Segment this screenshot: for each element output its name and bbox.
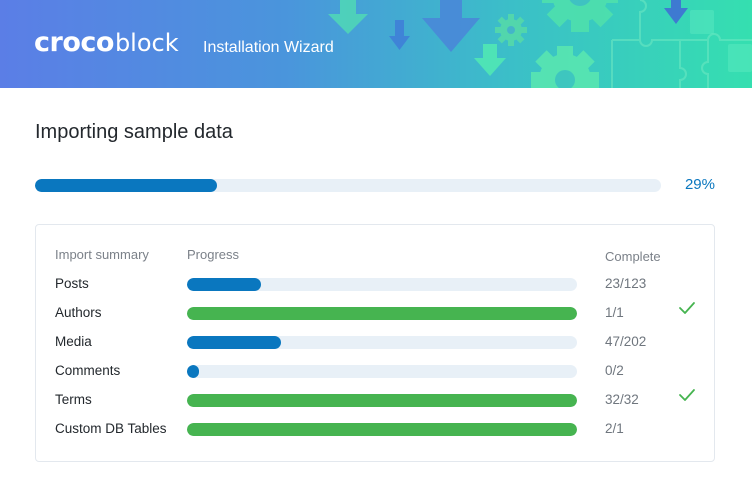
column-header-import-summary: Import summary [55, 247, 149, 262]
overall-progress-bar [35, 179, 661, 192]
row-progress-bar [187, 307, 577, 320]
row-progress-bar [187, 336, 577, 349]
import-summary-card: Import summary Progress Complete Posts 23… [35, 224, 715, 462]
column-header-progress: Progress [187, 247, 240, 262]
row-label: Terms [55, 392, 92, 407]
page-title: Importing sample data [35, 121, 233, 143]
wizard-subtitle: Installation Wizard [203, 39, 334, 56]
checkmark-icon [679, 302, 695, 314]
row-count: 0/2 [605, 363, 624, 378]
overall-progress-fill [35, 179, 217, 192]
row-progress-bar [187, 423, 577, 436]
row-label: Authors [55, 305, 102, 320]
row-label: Comments [55, 363, 121, 378]
import-summary-row: Authors 1/1 [36, 298, 716, 327]
row-count: 23/123 [605, 276, 647, 291]
arrow-down-icon [474, 44, 506, 76]
row-progress-bar [187, 278, 577, 291]
import-summary-row: Media 47/202 [36, 327, 716, 356]
row-count: 2/1 [605, 421, 624, 436]
gear-icon [542, 0, 618, 32]
row-label: Posts [55, 276, 89, 291]
crocoblock-logo: croco block [34, 28, 179, 58]
row-progress-fill [187, 278, 262, 291]
row-progress-fill [187, 423, 577, 436]
row-progress-fill [187, 336, 281, 349]
checkmark-icon [679, 389, 695, 401]
gear-icon [495, 14, 527, 46]
row-label: Media [55, 334, 92, 349]
column-header-complete: Complete [605, 249, 661, 264]
arrow-down-icon [389, 20, 410, 50]
logo-wordmark-light: block [114, 29, 179, 57]
wizard-header: croco block Installation Wizard [0, 0, 752, 88]
row-progress-fill [187, 307, 577, 320]
arrow-down-icon [422, 0, 480, 52]
row-progress-bar [187, 365, 577, 378]
arrow-down-icon [664, 0, 688, 24]
import-summary-row: Custom DB Tables 2/1 [36, 414, 716, 443]
logo-wordmark-bold: croco [34, 27, 114, 58]
row-progress-bar [187, 394, 577, 407]
row-count: 1/1 [605, 305, 624, 320]
import-summary-row: Terms 32/32 [36, 385, 716, 414]
row-count: 47/202 [605, 334, 647, 349]
overall-progress-percent: 29% [684, 176, 715, 193]
row-label: Custom DB Tables [55, 421, 167, 436]
import-summary-row: Posts 23/123 [36, 269, 716, 298]
gear-icon [531, 46, 599, 88]
row-progress-fill [187, 394, 577, 407]
arrow-down-icon [328, 0, 368, 34]
row-progress-fill [187, 365, 199, 378]
import-summary-row: Comments 0/2 [36, 356, 716, 385]
row-count: 32/32 [605, 392, 639, 407]
